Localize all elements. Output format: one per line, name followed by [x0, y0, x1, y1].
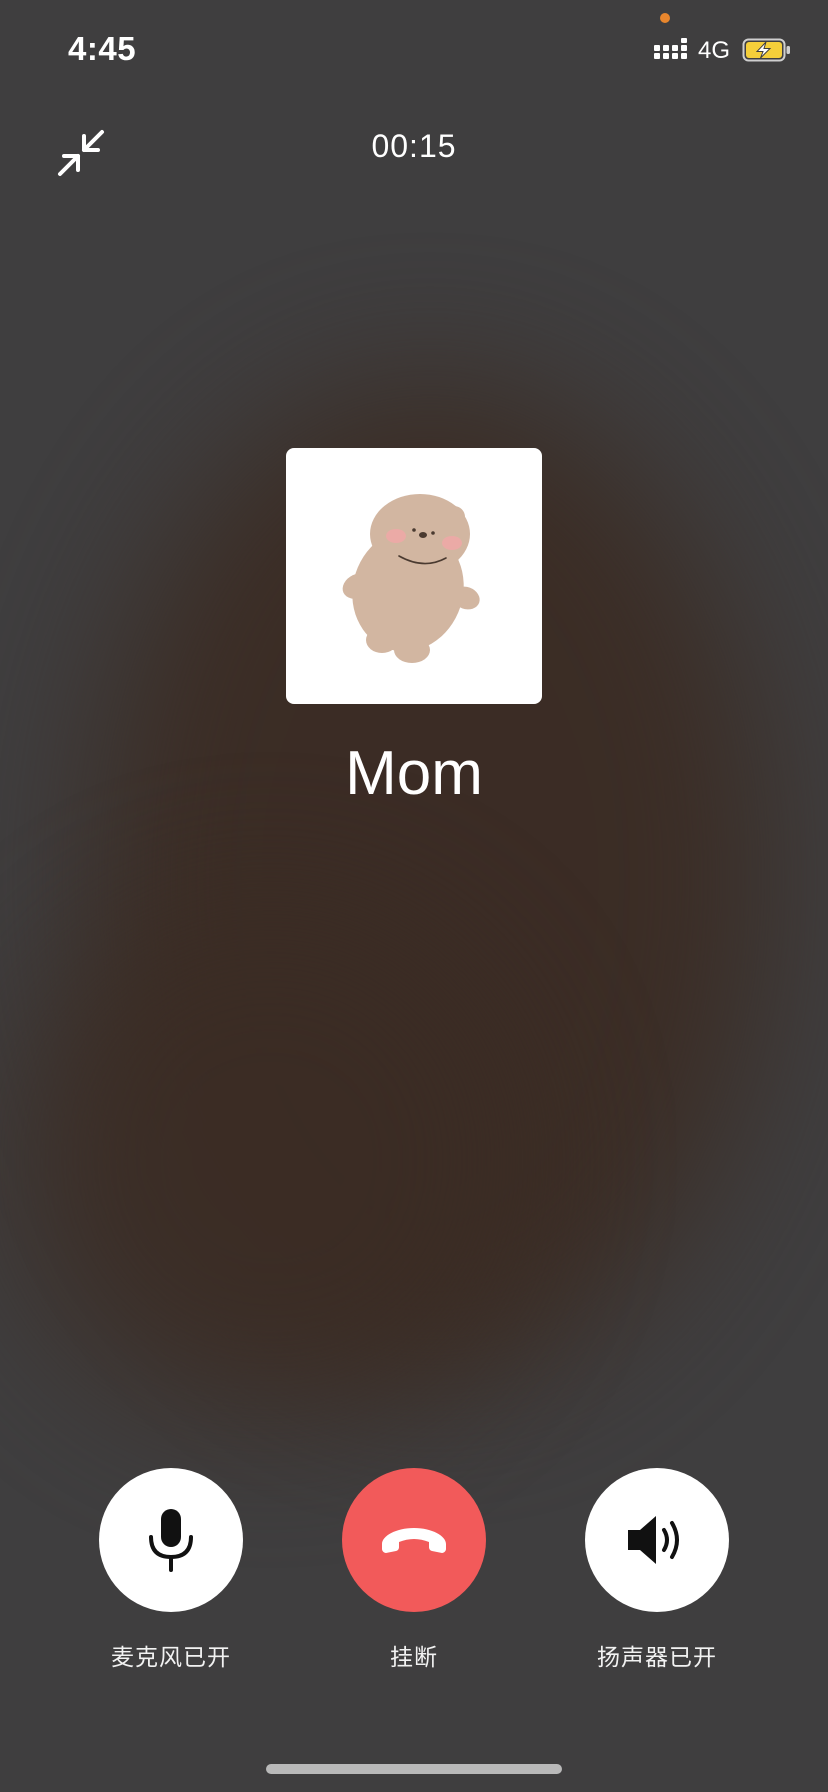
microphone-label: 麦克风已开: [111, 1644, 231, 1670]
status-bar: 4:45 4G: [0, 0, 828, 100]
microphone-button[interactable]: [99, 1468, 243, 1612]
hangup-label: 挂断: [390, 1644, 438, 1670]
call-duration: 00:15: [371, 128, 457, 164]
background-blur: [10, 900, 530, 1420]
signal-strength-icon: [654, 38, 687, 59]
speaker-label: 扬声器已开: [597, 1644, 717, 1670]
speaker-icon: [628, 1516, 679, 1564]
speaker-button[interactable]: [585, 1468, 729, 1612]
hangup-button[interactable]: [342, 1468, 486, 1612]
phone-hangup-icon: [382, 1528, 446, 1553]
privacy-indicator-dot: [660, 13, 670, 23]
home-indicator[interactable]: [266, 1764, 562, 1774]
contact-avatar: [286, 448, 542, 704]
contact-name: Mom: [345, 739, 483, 808]
network-type-label: 4G: [698, 37, 731, 64]
status-time: 4:45: [68, 30, 137, 67]
microphone-icon: [149, 1509, 193, 1572]
bear-avatar-icon: [342, 494, 480, 663]
voice-call-screen: 4:45 4G 00:15 Mom 麦克风已开 挂断 扬声器已开: [0, 0, 828, 1792]
battery-charging-icon: [742, 38, 790, 62]
